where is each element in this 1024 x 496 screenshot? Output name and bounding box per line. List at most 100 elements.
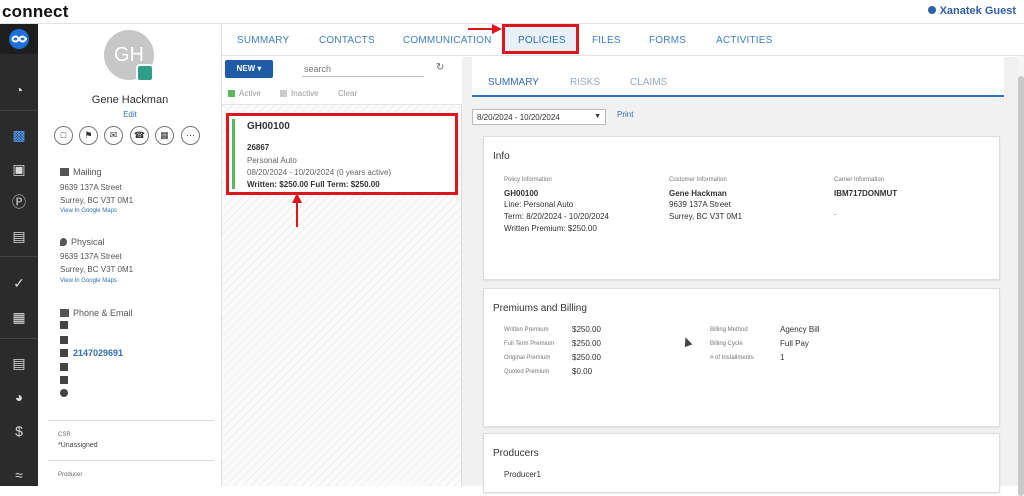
policy-list-header: NEW ▾ ↻ Active Inactive Clear (222, 57, 462, 105)
premiums-title: Premiums and Billing (493, 303, 587, 314)
policy-search-input[interactable] (302, 61, 424, 77)
quick-actions: □ ⚑ ✉ ☎ ▦ ⋯ (54, 126, 214, 146)
more-icon[interactable]: ⋯ (181, 126, 200, 145)
envelope-icon (60, 168, 69, 176)
policy-term: 08/20/2024 - 10/20/2024 (0 years active) (247, 168, 392, 177)
scrollbar-thumb[interactable] (1018, 76, 1024, 496)
customer-address-line: 9639 137A Street (669, 200, 731, 209)
tab-files[interactable]: FILES (592, 35, 621, 46)
csr-label: CSR (58, 432, 71, 438)
premium-value: $250.00 (572, 325, 601, 334)
chevron-down-icon: ▼ (594, 113, 601, 120)
premium-label: Quoted Premium (504, 369, 550, 375)
billing-dollar-icon[interactable]: $ (8, 420, 30, 442)
refresh-icon[interactable]: ↻ (436, 62, 444, 73)
billing-label: Billing Method (710, 327, 748, 333)
rss-icon[interactable]: ≈ (8, 464, 30, 486)
divider (48, 420, 214, 421)
email-icon[interactable]: ✉ (104, 126, 123, 145)
calendar-icon[interactable]: ▦ (155, 126, 174, 145)
edit-contact-link[interactable]: Edit (38, 110, 222, 119)
contacts-icon[interactable]: ▩ (8, 124, 30, 146)
building-badge-icon (136, 64, 154, 82)
billing-label: # of Installments (710, 355, 754, 361)
checkmark-icon[interactable]: ✓ (8, 272, 30, 294)
flag-icon[interactable]: ⚑ (79, 126, 98, 145)
mailing-header: Mailing (60, 167, 102, 177)
top-bar: connect Xanatek Guest (0, 0, 1024, 24)
tab-activities[interactable]: ACTIVITIES (716, 35, 772, 46)
carrier-info-label: Carrier Information (834, 177, 885, 183)
filter-active-label: Active (239, 89, 261, 98)
physical-label: Physical (71, 237, 105, 247)
mailing-maps-link[interactable]: View In Google Maps (60, 208, 117, 214)
inactive-swatch-icon (280, 90, 287, 97)
new-policy-button[interactable]: NEW ▾ (225, 60, 273, 78)
logo[interactable] (0, 24, 38, 54)
policy-number: GH00100 (247, 121, 290, 132)
info-policy-number: GH00100 (504, 189, 539, 198)
globe-icon (60, 389, 68, 397)
subtab-claims[interactable]: CLAIMS (630, 77, 667, 88)
carrier-code: IBM717DONMUT (834, 189, 898, 198)
mobile-icon (60, 349, 68, 357)
date-range-select[interactable]: 8/20/2024 - 10/20/2024 ▼ (472, 109, 606, 125)
tab-summary[interactable]: SUMMARY (237, 35, 289, 46)
policy-id: 26867 (247, 143, 270, 152)
active-status-bar (232, 119, 235, 189)
producers-title: Producers (493, 448, 539, 459)
customer-address-line: Surrey, BC V3T 0M1 (669, 212, 743, 221)
left-nav: ◔ ▩ ▣ Ⓟ ▤ ✓ ▦ ▤ ◕ $ ≈ (0, 24, 38, 486)
nav-divider (0, 110, 38, 111)
id-card-icon[interactable]: ▣ (8, 158, 30, 180)
reports-icon[interactable]: ◕ (8, 386, 30, 408)
producers-card: Producers Producer1 (483, 433, 1000, 493)
info-term: Term: 8/20/2024 - 10/20/2024 (504, 212, 609, 221)
main-tabs: SUMMARY CONTACTS COMMUNICATION POLICIES … (222, 24, 1024, 56)
physical-header: Physical (60, 237, 105, 247)
info-written-premium: Written Premium: $250.00 (504, 224, 597, 233)
producer-label: Producer (58, 472, 83, 478)
premium-label: Written Premium (504, 327, 549, 333)
note-icon[interactable]: □ (54, 126, 73, 145)
subtab-risks[interactable]: RISKS (570, 77, 600, 88)
email-icon (60, 376, 68, 384)
physical-maps-link[interactable]: View In Google Maps (60, 278, 117, 284)
subtab-summary[interactable]: SUMMARY (488, 77, 539, 88)
policy-card[interactable]: GH00100 26867 Personal Auto 08/20/2024 -… (226, 113, 458, 195)
policy-icon[interactable]: Ⓟ (8, 191, 30, 213)
app-brand: connect (2, 2, 69, 21)
filter-inactive[interactable]: Inactive (280, 89, 319, 98)
infinity-logo-icon (9, 29, 29, 49)
calendar-icon[interactable]: ▦ (8, 306, 30, 328)
policy-info-label: Policy Information (504, 177, 552, 183)
phone-number[interactable]: 2147029691 (73, 348, 123, 358)
phone-email-header: Phone & Email (60, 308, 133, 318)
tab-forms[interactable]: FORMS (649, 35, 686, 46)
archive-icon[interactable]: ▤ (8, 352, 30, 374)
arrow-head-icon (492, 24, 502, 34)
address-line: 9639 137A Street (60, 252, 122, 261)
tab-contacts[interactable]: CONTACTS (319, 35, 375, 46)
address-line: 9639 137A Street (60, 183, 122, 192)
print-link[interactable]: Print (617, 110, 633, 119)
mailing-label: Mailing (73, 167, 102, 177)
dashboard-icon[interactable]: ◔ (8, 79, 30, 101)
map-pin-icon (60, 238, 67, 246)
user-menu[interactable]: Xanatek Guest (927, 5, 1016, 17)
filter-active[interactable]: Active (228, 89, 261, 98)
date-range-value: 8/20/2024 - 10/20/2024 (477, 113, 560, 122)
scrollbar[interactable] (1018, 56, 1024, 496)
tab-communication[interactable]: COMMUNICATION (403, 35, 492, 46)
billing-value: Agency Bill (780, 325, 820, 334)
tab-policies[interactable]: POLICIES (518, 35, 566, 46)
physical-address: 9639 137A Street Surrey, BC V3T 0M1 (60, 250, 133, 276)
building-icon (60, 336, 68, 344)
document-icon[interactable]: ▤ (8, 225, 30, 247)
premium-value: $0.00 (572, 367, 593, 376)
premium-value: $250.00 (572, 339, 601, 348)
phone-icon[interactable]: ☎ (130, 126, 149, 145)
billing-value: 1 (780, 353, 785, 362)
filter-clear[interactable]: Clear (338, 89, 357, 98)
phone-icon (60, 309, 69, 317)
